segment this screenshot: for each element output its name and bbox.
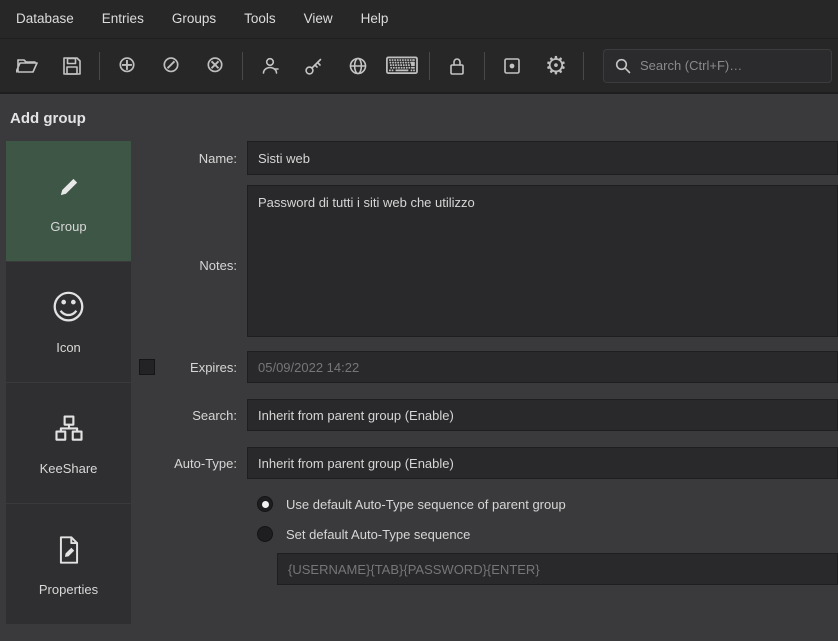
autotype-inherit-dropdown[interactable]: Inherit from parent group (Enable) [247, 447, 838, 479]
gear-icon: ⚙ [545, 53, 567, 78]
document-edit-icon [55, 532, 83, 568]
search-inherit-dropdown[interactable]: Inherit from parent group (Enable) [247, 399, 838, 431]
perform-autotype-button[interactable]: ⌨ [380, 47, 424, 85]
menu-view[interactable]: View [290, 0, 347, 38]
name-input[interactable] [247, 141, 838, 175]
toolbar: ⊕ ⊘ ⊗ ⌨ [0, 38, 838, 94]
x-circle-icon: ⊗ [205, 54, 224, 77]
expires-label: Expires: [190, 360, 237, 375]
lock-database-button[interactable] [435, 47, 479, 85]
category-sidebar: Group ☺ Icon KeeShare [6, 141, 131, 630]
slash-circle-icon: ⊘ [161, 54, 180, 77]
sidebar-item-label: KeeShare [40, 461, 98, 476]
menu-bar: Database Entries Groups Tools View Help [0, 0, 838, 38]
toolbar-separator [99, 52, 100, 80]
autotype-label: Auto-Type: [131, 456, 247, 471]
search-box[interactable] [603, 49, 832, 83]
toolbar-separator [429, 52, 430, 80]
toolbar-separator [242, 52, 243, 80]
smiley-icon: ☺ [51, 290, 86, 326]
notes-label: Notes: [131, 250, 247, 273]
set-default-sequence-label: Set default Auto-Type sequence [286, 527, 470, 542]
copy-password-button[interactable] [292, 47, 336, 85]
set-default-sequence-radio[interactable] [257, 526, 273, 542]
add-group-view: Group ☺ Icon KeeShare [0, 141, 838, 630]
search-label: Search: [131, 408, 247, 423]
dotted-square-icon [501, 55, 523, 77]
sidebar-item-icon[interactable]: ☺ Icon [6, 262, 131, 382]
use-default-sequence-label: Use default Auto-Type sequence of parent… [286, 497, 566, 512]
expires-datetime-field: 05/09/2022 14:22 [247, 351, 838, 383]
menu-entries[interactable]: Entries [88, 0, 158, 38]
sidebar-item-group[interactable]: Group [6, 141, 131, 261]
open-url-button[interactable] [336, 47, 380, 85]
sidebar-item-label: Properties [39, 582, 98, 597]
notes-textarea[interactable]: Password di tutti i siti web che utilizz… [247, 185, 838, 337]
save-database-button[interactable] [50, 47, 94, 85]
menu-database[interactable]: Database [2, 0, 88, 38]
open-database-button[interactable] [6, 47, 50, 85]
sidebar-item-label: Group [50, 219, 86, 234]
autotype-sequence-field: {USERNAME}{TAB}{PASSWORD}{ENTER} [277, 553, 838, 585]
open-folder-icon [16, 55, 40, 77]
delete-entry-button[interactable]: ⊗ [193, 47, 237, 85]
keyboard-icon: ⌨ [385, 54, 420, 78]
settings-button[interactable]: ⚙ [534, 47, 578, 85]
page-title: Add group [10, 110, 838, 127]
name-label: Name: [131, 151, 247, 166]
user-icon [259, 55, 281, 77]
copy-username-button[interactable] [248, 47, 292, 85]
add-entry-button[interactable]: ⊕ [105, 47, 149, 85]
key-icon [303, 55, 325, 77]
toolbar-separator [484, 52, 485, 80]
lock-icon [446, 55, 468, 77]
share-hierarchy-icon [54, 411, 84, 447]
plus-circle-icon: ⊕ [117, 54, 136, 77]
save-icon [61, 55, 83, 77]
screenshot-tool-button[interactable] [490, 47, 534, 85]
group-form: Name: Notes: Password di tutti i siti we… [131, 141, 838, 630]
toolbar-separator [583, 52, 584, 80]
sidebar-item-properties[interactable]: Properties [6, 504, 131, 624]
menu-tools[interactable]: Tools [230, 0, 290, 38]
menu-help[interactable]: Help [347, 0, 403, 38]
sidebar-item-keeshare[interactable]: KeeShare [6, 383, 131, 503]
search-icon [614, 57, 632, 75]
sidebar-item-label: Icon [56, 340, 81, 355]
menu-groups[interactable]: Groups [158, 0, 230, 38]
pencil-icon [55, 169, 83, 205]
expires-checkbox[interactable] [139, 359, 155, 375]
globe-icon [347, 55, 369, 77]
search-input[interactable] [640, 58, 821, 73]
use-default-sequence-radio[interactable] [257, 496, 273, 512]
edit-entry-button[interactable]: ⊘ [149, 47, 193, 85]
